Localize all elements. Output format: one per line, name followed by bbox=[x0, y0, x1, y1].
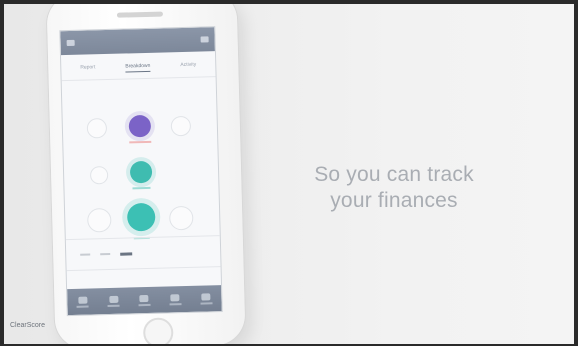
node-ghost[interactable] bbox=[168, 205, 194, 231]
node-teal-large[interactable] bbox=[126, 202, 156, 232]
tab-icon bbox=[139, 294, 149, 302]
node-purple[interactable] bbox=[128, 114, 152, 138]
node-ghost[interactable] bbox=[87, 207, 112, 233]
tagline: So you can track your finances bbox=[314, 163, 474, 212]
phone-mockup: Report Breakdown Activity bbox=[46, 4, 246, 344]
node-ghost[interactable] bbox=[170, 115, 192, 137]
segment-report[interactable]: Report bbox=[80, 64, 95, 73]
settings-icon[interactable] bbox=[200, 36, 209, 43]
menu-icon[interactable] bbox=[66, 39, 75, 47]
tab-item[interactable] bbox=[169, 293, 182, 305]
node-caption bbox=[132, 186, 151, 190]
node-ghost[interactable] bbox=[86, 118, 108, 139]
summary-label bbox=[80, 253, 91, 256]
segment-control: Report Breakdown Activity bbox=[61, 51, 216, 78]
tab-label bbox=[107, 304, 120, 307]
tab-item[interactable] bbox=[200, 292, 213, 305]
summary-label bbox=[100, 252, 111, 256]
video-frame: Report Breakdown Activity So you can tra… bbox=[4, 4, 574, 344]
tab-item[interactable] bbox=[138, 294, 151, 306]
tab-label bbox=[138, 303, 151, 306]
tab-icon bbox=[78, 296, 88, 304]
tab-label bbox=[169, 302, 182, 305]
tab-icon bbox=[108, 295, 119, 303]
credit-node-graph bbox=[62, 77, 220, 251]
phone-speaker bbox=[116, 11, 164, 18]
home-button bbox=[142, 317, 174, 344]
tab-label bbox=[200, 301, 213, 305]
node-caption bbox=[129, 140, 152, 144]
node-teal[interactable] bbox=[129, 160, 153, 184]
summary-value bbox=[120, 251, 133, 256]
tab-item[interactable] bbox=[107, 295, 120, 307]
tab-icon bbox=[201, 292, 211, 301]
segment-activity[interactable]: Activity bbox=[180, 62, 196, 71]
watermark-logo: ClearScore bbox=[10, 322, 46, 329]
node-ghost[interactable] bbox=[89, 165, 109, 185]
tab-item[interactable] bbox=[76, 296, 89, 308]
segment-breakdown[interactable]: Breakdown bbox=[125, 62, 151, 73]
phone-screen: Report Breakdown Activity bbox=[59, 26, 223, 317]
tab-label bbox=[76, 305, 89, 308]
summary-strip bbox=[65, 235, 221, 272]
tab-icon bbox=[170, 293, 180, 301]
app-tabbar bbox=[67, 285, 222, 316]
